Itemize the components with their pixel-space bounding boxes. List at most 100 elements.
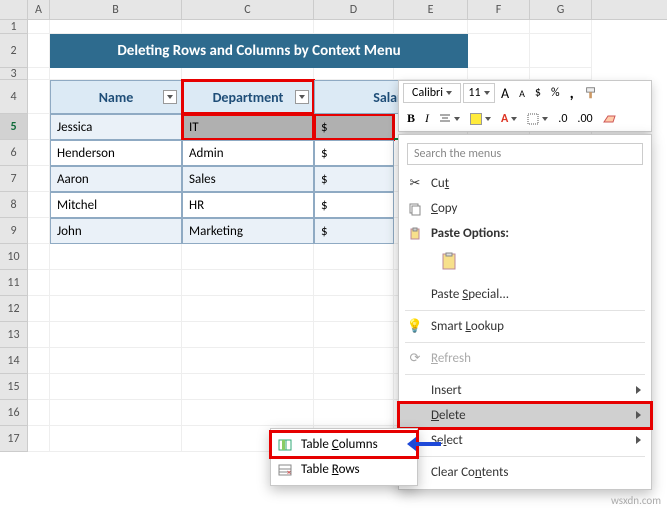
menu-label: Smart Lookup	[431, 319, 504, 334]
row-header-16[interactable]: 16	[0, 400, 28, 426]
row-header-1[interactable]: 1	[0, 20, 28, 34]
row-header-7[interactable]: 7	[0, 166, 28, 192]
row-header-15[interactable]: 15	[0, 374, 28, 400]
table-cell-selected[interactable]: $	[314, 114, 394, 140]
clear-format-icon[interactable]	[599, 109, 621, 129]
table-cell[interactable]: $	[314, 140, 394, 166]
increase-font-icon[interactable]: A	[497, 83, 513, 103]
increase-decimal-icon[interactable]: .00	[573, 109, 596, 129]
menu-delete[interactable]: Delete	[399, 403, 651, 428]
row-header-13[interactable]: 13	[0, 322, 28, 348]
row-header-3[interactable]: 3	[0, 68, 28, 80]
menu-label: Paste Special...	[431, 287, 509, 302]
menu-label: Clear Contents	[431, 465, 508, 480]
menu-insert[interactable]: Insert	[399, 378, 651, 403]
italic-button[interactable]: I	[421, 109, 433, 129]
col-header-f[interactable]: F	[468, 0, 530, 19]
table-cell[interactable]: Admin	[182, 140, 314, 166]
fill-color-icon[interactable]	[466, 109, 495, 129]
row-header-4[interactable]: 4	[0, 80, 28, 114]
row-header-10[interactable]: 10	[0, 244, 28, 270]
filter-dropdown-icon[interactable]	[295, 90, 309, 104]
select-all-corner[interactable]	[0, 0, 28, 19]
table-cell[interactable]: Henderson	[50, 140, 182, 166]
menu-label: Delete	[431, 408, 466, 423]
copy-icon	[407, 201, 423, 217]
decrease-decimal-icon[interactable]: .0	[554, 109, 571, 129]
bold-button[interactable]: B	[403, 109, 419, 129]
row-header-6[interactable]: 6	[0, 140, 28, 166]
watermark: wsxdn.com	[611, 494, 661, 507]
menu-paste-button[interactable]	[399, 246, 651, 282]
row-header-12[interactable]: 12	[0, 296, 28, 322]
row-header-8[interactable]: 8	[0, 192, 28, 218]
row-header-5[interactable]: 5	[0, 114, 28, 140]
font-size-select[interactable]: 11	[463, 83, 495, 103]
table-cell[interactable]: Marketing	[182, 218, 314, 244]
table-cell[interactable]: Mitchel	[50, 192, 182, 218]
submenu-table-columns[interactable]: Table Columns	[271, 432, 417, 457]
table-cell[interactable]: Aaron	[50, 166, 182, 192]
table-header-name[interactable]: Name	[50, 80, 182, 114]
align-center-icon[interactable]	[435, 109, 464, 129]
row-header-9[interactable]: 9	[0, 218, 28, 244]
table-cell[interactable]: $	[314, 166, 394, 192]
filter-dropdown-icon[interactable]	[163, 90, 177, 104]
format-painter-icon[interactable]	[580, 83, 602, 103]
table-cell[interactable]: John	[50, 218, 182, 244]
table-cell[interactable]: $	[314, 192, 394, 218]
table-cell[interactable]: Jessica	[50, 114, 182, 140]
paste-icon	[439, 251, 461, 277]
chevron-right-icon	[636, 433, 641, 448]
chevron-right-icon	[636, 408, 641, 423]
comma-format-icon[interactable]: ,	[566, 83, 578, 103]
font-family-select[interactable]: Calibri	[403, 83, 461, 103]
submenu-table-rows[interactable]: × Table Rows	[271, 457, 417, 482]
menu-refresh: ⟳ Refresh	[399, 346, 651, 371]
menu-select[interactable]: Select	[399, 428, 651, 453]
menu-search-input[interactable]: Search the menus	[407, 143, 643, 165]
refresh-icon: ⟳	[407, 351, 423, 367]
page-title: Deleting Rows and Columns by Context Men…	[50, 34, 468, 68]
menu-paste-options: Paste Options:	[399, 221, 651, 246]
menu-label: Table Columns	[301, 437, 378, 452]
table-columns-icon	[277, 437, 293, 453]
scissors-icon: ✂	[407, 176, 423, 192]
accounting-format-icon[interactable]: $	[531, 83, 545, 103]
menu-smart-lookup[interactable]: 💡 Smart Lookup	[399, 314, 651, 339]
table-header-department[interactable]: Department	[182, 80, 314, 114]
menu-clear-contents[interactable]: Clear Contents	[399, 460, 651, 485]
decrease-font-icon[interactable]: A	[515, 83, 529, 103]
context-menu: Search the menus ✂ Cut Copy Paste Option…	[398, 134, 652, 490]
col-header-a[interactable]: A	[28, 0, 50, 19]
row-header-11[interactable]: 11	[0, 270, 28, 296]
mini-toolbar: Calibri 11 A A $ % , B I A .0 .00	[398, 80, 652, 132]
table-cell[interactable]: HR	[182, 192, 314, 218]
table-cell[interactable]: $	[314, 218, 394, 244]
header-label: Department	[213, 89, 284, 106]
menu-label: Copy	[431, 201, 457, 216]
font-color-icon[interactable]: A	[497, 109, 521, 129]
col-header-c[interactable]: C	[182, 0, 314, 19]
menu-label: Paste Options:	[431, 226, 509, 241]
row-header-17[interactable]: 17	[0, 426, 28, 452]
chevron-right-icon	[636, 383, 641, 398]
col-header-d[interactable]: D	[314, 0, 394, 19]
borders-icon[interactable]	[523, 109, 552, 129]
menu-label: Table Rows	[301, 462, 360, 477]
table-rows-icon: ×	[277, 462, 293, 478]
col-header-g[interactable]: G	[530, 0, 592, 19]
table-cell-selected[interactable]: IT	[182, 114, 314, 140]
menu-cut[interactable]: ✂ Cut	[399, 171, 651, 196]
svg-text:×: ×	[287, 468, 291, 476]
percent-format-icon[interactable]: %	[547, 83, 564, 103]
row-header-14[interactable]: 14	[0, 348, 28, 374]
menu-copy[interactable]: Copy	[399, 196, 651, 221]
col-header-b[interactable]: B	[50, 0, 182, 19]
menu-paste-special[interactable]: Paste Special...	[399, 282, 651, 307]
annotation-arrow	[415, 442, 441, 446]
col-header-e[interactable]: E	[394, 0, 468, 19]
row-header-2[interactable]: 2	[0, 34, 28, 68]
menu-label: Cut	[431, 176, 449, 191]
table-cell[interactable]: Sales	[182, 166, 314, 192]
